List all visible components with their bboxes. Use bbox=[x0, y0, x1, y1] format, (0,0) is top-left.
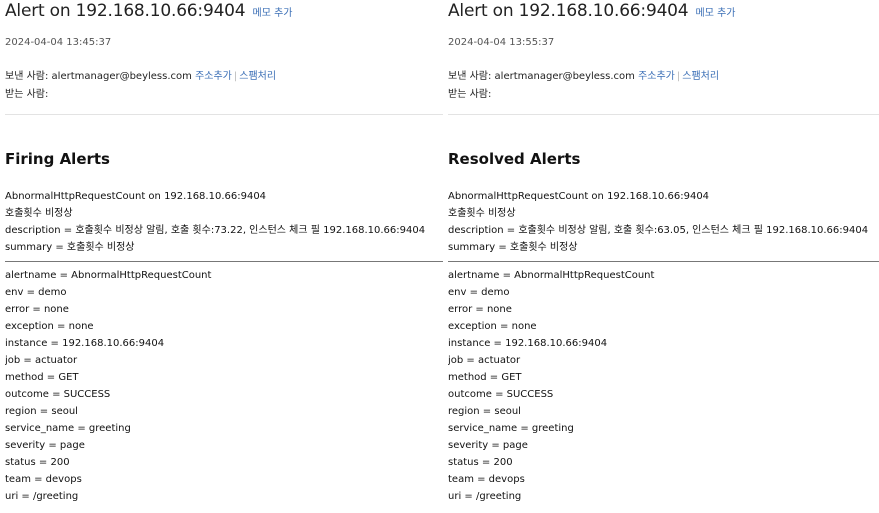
label-item: status = 200 bbox=[448, 457, 513, 468]
label-item: severity = page bbox=[448, 440, 528, 451]
sender-label: 보낸 사람: bbox=[448, 71, 492, 82]
link-separator: | bbox=[233, 71, 238, 82]
mark-spam-link[interactable]: 스팸처리 bbox=[239, 71, 276, 82]
link-separator: | bbox=[676, 71, 681, 82]
header-divider bbox=[5, 114, 443, 115]
email-subject: Alert on 192.168.10.66:9404 bbox=[5, 1, 246, 21]
email-subject: Alert on 192.168.10.66:9404 bbox=[448, 1, 689, 21]
alert-name-korean: 호출횟수 비정상 bbox=[5, 208, 73, 219]
label-item: status = 200 bbox=[5, 457, 70, 468]
label-item: env = demo bbox=[5, 287, 67, 298]
alert-summary-line: summary = 호출횟수 비정상 bbox=[5, 242, 135, 253]
label-item: service_name = greeting bbox=[5, 423, 131, 434]
email-date: 2024-04-04 13:55:37 bbox=[448, 37, 555, 48]
sender-label: 보낸 사람: bbox=[5, 71, 49, 82]
firing-alert-email: Alert on 192.168.10.66:9404 메모 추가 2024-0… bbox=[5, 0, 443, 513]
label-item: method = GET bbox=[448, 372, 522, 383]
recipient-label: 받는 사람: bbox=[5, 89, 49, 100]
label-item: outcome = SUCCESS bbox=[448, 389, 554, 400]
mark-spam-link[interactable]: 스팸처리 bbox=[682, 71, 719, 82]
label-item: team = devops bbox=[5, 474, 82, 485]
alert-summary: AbnormalHttpRequestCount on 192.168.10.6… bbox=[5, 188, 443, 256]
alert-divider bbox=[5, 261, 443, 262]
section-title-firing-alerts: Firing Alerts bbox=[5, 150, 110, 168]
label-item: job = actuator bbox=[448, 355, 521, 366]
alert-labels-list: alertname = AbnormalHttpRequestCount env… bbox=[448, 267, 879, 505]
recipient-row: 받는 사람: bbox=[448, 85, 491, 100]
label-item: alertname = AbnormalHttpRequestCount bbox=[5, 270, 212, 281]
label-item: region = seoul bbox=[5, 406, 78, 417]
email-subject-row: Alert on 192.168.10.66:9404 메모 추가 bbox=[5, 1, 293, 21]
alert-divider bbox=[448, 261, 879, 262]
add-memo-link[interactable]: 메모 추가 bbox=[696, 8, 736, 19]
sender-email: alertmanager@beyless.com bbox=[51, 71, 192, 82]
label-item: service_name = greeting bbox=[448, 423, 574, 434]
label-item: error = none bbox=[448, 304, 512, 315]
label-item: uri = /greeting bbox=[448, 491, 522, 502]
email-date: 2024-04-04 13:45:37 bbox=[5, 37, 112, 48]
alert-summary-line: summary = 호출횟수 비정상 bbox=[448, 242, 578, 253]
sender-row: 보낸 사람: alertmanager@beyless.com 주소추가 | 스팸처… bbox=[448, 67, 719, 82]
label-item: instance = 192.168.10.66:9404 bbox=[5, 338, 165, 349]
alert-name-korean: 호출횟수 비정상 bbox=[448, 208, 516, 219]
header-divider bbox=[448, 114, 879, 115]
label-item: method = GET bbox=[5, 372, 79, 383]
label-item: error = none bbox=[5, 304, 69, 315]
alert-description: description = 호출횟수 비정상 알림, 호출 횟수:73.22, … bbox=[5, 225, 426, 236]
recipient-row: 받는 사람: bbox=[5, 85, 48, 100]
email-subject-row: Alert on 192.168.10.66:9404 메모 추가 bbox=[448, 1, 736, 21]
add-address-link[interactable]: 주소추가 bbox=[638, 71, 675, 82]
alert-title: AbnormalHttpRequestCount on 192.168.10.6… bbox=[448, 191, 710, 202]
alert-summary: AbnormalHttpRequestCount on 192.168.10.6… bbox=[448, 188, 879, 256]
label-item: severity = page bbox=[5, 440, 85, 451]
label-item: team = devops bbox=[448, 474, 525, 485]
add-address-link[interactable]: 주소추가 bbox=[195, 71, 232, 82]
resolved-alert-email: Alert on 192.168.10.66:9404 메모 추가 2024-0… bbox=[448, 0, 879, 513]
label-item: region = seoul bbox=[448, 406, 521, 417]
label-item: exception = none bbox=[5, 321, 94, 332]
alert-title: AbnormalHttpRequestCount on 192.168.10.6… bbox=[5, 191, 267, 202]
add-memo-link[interactable]: 메모 추가 bbox=[253, 8, 293, 19]
label-item: job = actuator bbox=[5, 355, 78, 366]
label-item: outcome = SUCCESS bbox=[5, 389, 111, 400]
section-title-resolved-alerts: Resolved Alerts bbox=[448, 150, 581, 168]
sender-row: 보낸 사람: alertmanager@beyless.com 주소추가 | 스팸처… bbox=[5, 67, 276, 82]
alert-labels-list: alertname = AbnormalHttpRequestCount env… bbox=[5, 267, 443, 505]
label-item: uri = /greeting bbox=[5, 491, 79, 502]
recipient-label: 받는 사람: bbox=[448, 89, 492, 100]
alert-description: description = 호출횟수 비정상 알림, 호출 횟수:63.05, … bbox=[448, 225, 869, 236]
label-item: exception = none bbox=[448, 321, 537, 332]
label-item: instance = 192.168.10.66:9404 bbox=[448, 338, 608, 349]
label-item: env = demo bbox=[448, 287, 510, 298]
label-item: alertname = AbnormalHttpRequestCount bbox=[448, 270, 655, 281]
sender-email: alertmanager@beyless.com bbox=[494, 71, 635, 82]
